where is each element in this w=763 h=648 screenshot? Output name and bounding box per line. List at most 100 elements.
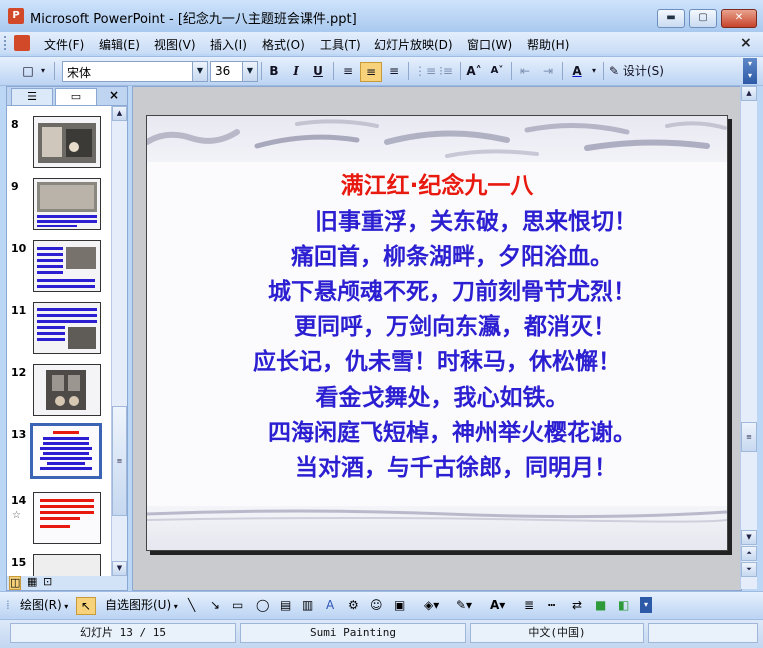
document-close-icon[interactable]: × xyxy=(740,35,752,51)
chevron-down-icon[interactable]: ▼ xyxy=(192,62,207,81)
wordart-icon[interactable]: A xyxy=(326,597,334,613)
thumbnail-image[interactable] xyxy=(33,116,101,168)
autoshapes-button[interactable]: 自选图形(U) ▾ xyxy=(105,597,178,613)
minimize-button[interactable]: ▬ xyxy=(657,9,685,28)
slide-title[interactable]: 满江红·纪念九一八 xyxy=(147,166,727,200)
editor-scrollbar[interactable]: ▲ ≡ ▼ ⏶ ⏷ xyxy=(740,86,757,589)
scroll-up-icon[interactable]: ▲ xyxy=(112,106,127,121)
toolbar-options-icon[interactable]: ▾ xyxy=(640,597,652,613)
bullets-icon[interactable]: ⁝≡ xyxy=(437,62,455,80)
line-color-icon[interactable]: ✎▾ xyxy=(456,597,472,613)
thumbnail-slide-15[interactable]: 15 xyxy=(7,554,111,576)
thumbnail-scrollbar[interactable]: ▲ ≡ ▼ xyxy=(111,106,127,576)
menu-view[interactable]: 视图(V) xyxy=(154,36,196,53)
new-dropdown-icon[interactable]: ▾ xyxy=(38,62,48,80)
oval-icon[interactable]: ◯ xyxy=(256,597,269,613)
thumbnail-slide-9[interactable]: 9 xyxy=(7,178,111,238)
thumbnail-slide-11[interactable]: 11 xyxy=(7,302,111,362)
align-left-icon[interactable]: ≡ xyxy=(339,62,357,80)
align-center-icon[interactable]: ≡ xyxy=(360,62,382,82)
thumbnail-image[interactable] xyxy=(33,364,101,416)
maximize-button[interactable]: ▢ xyxy=(689,9,717,28)
thumbnail-slide-13[interactable]: 13 xyxy=(7,423,111,486)
poem-line-3[interactable]: 城下悬颅魂不死，刀前刻骨节尤烈！ xyxy=(147,272,727,306)
3d-icon[interactable]: ◧ xyxy=(618,597,629,613)
slideshow-icon[interactable]: ⊡ xyxy=(43,576,52,588)
diagram-icon[interactable]: ⚙ xyxy=(348,597,359,613)
bold-button[interactable]: B xyxy=(266,62,282,80)
numbering-icon[interactable]: ⋮≡ xyxy=(414,62,436,80)
align-right-icon[interactable]: ≡ xyxy=(385,62,403,80)
next-slide-icon[interactable]: ⏷ xyxy=(741,562,757,577)
fill-color-icon[interactable]: ◈▾ xyxy=(424,597,439,613)
menu-tools[interactable]: 工具(T) xyxy=(320,36,361,53)
scroll-thumb[interactable]: ≡ xyxy=(741,422,757,452)
close-button[interactable]: ✕ xyxy=(721,9,757,28)
textbox-icon[interactable]: ▤ xyxy=(280,597,291,613)
menu-file[interactable]: 文件(F) xyxy=(44,36,84,53)
menu-edit[interactable]: 编辑(E) xyxy=(99,36,140,53)
thumbnail-image[interactable] xyxy=(33,240,101,292)
underline-button[interactable]: U xyxy=(310,62,326,80)
scroll-thumb[interactable]: ≡ xyxy=(112,406,127,516)
thumbnail-image[interactable] xyxy=(33,302,101,354)
normal-view-icon[interactable]: ◫ xyxy=(9,576,22,590)
menu-insert[interactable]: 插入(I) xyxy=(210,36,247,53)
thumbnail-slide-8[interactable]: 8 xyxy=(7,116,111,176)
rectangle-icon[interactable]: ▭ xyxy=(232,597,243,613)
line-style-icon[interactable]: ≣ xyxy=(524,597,534,613)
dash-style-icon[interactable]: ┅ xyxy=(548,597,555,613)
line-icon[interactable]: ╲ xyxy=(188,597,195,613)
thumbnail-slide-12[interactable]: 12 xyxy=(7,364,111,424)
slide-editor[interactable]: 满江红·纪念九一八 旧事重浮，关东破，思来恨切！ 痛回首，柳条湖畔，夕阳浴血。 … xyxy=(132,86,742,591)
thumbnail-slide-14[interactable]: 14 ☆ xyxy=(7,492,111,552)
clipart-icon[interactable]: ☺ xyxy=(370,597,383,613)
thumbnail-image-selected[interactable] xyxy=(30,423,102,479)
menu-slideshow[interactable]: 幻灯片放映(D) xyxy=(374,36,453,53)
select-pointer-icon[interactable]: ↖ xyxy=(76,597,96,615)
arrow-style-icon[interactable]: ⇄ xyxy=(572,597,582,613)
decrease-font-icon[interactable]: A˅ xyxy=(488,62,506,80)
thumbnail-image[interactable] xyxy=(33,554,101,576)
menu-help[interactable]: 帮助(H) xyxy=(527,36,569,53)
font-color-icon[interactable]: A▾ xyxy=(490,597,505,613)
tab-slides[interactable]: ▭ xyxy=(55,88,97,105)
drawbar-grip[interactable]: ⁞ xyxy=(6,597,10,613)
scroll-down-icon[interactable]: ▼ xyxy=(112,561,127,576)
poem-line-4[interactable]: 更同呼，万剑向东瀛，都消灭！ xyxy=(147,307,727,341)
poem-line-2[interactable]: 痛回首，柳条湖畔，夕阳浴血。 xyxy=(147,237,727,271)
document-icon[interactable] xyxy=(14,35,30,51)
chevron-down-icon[interactable]: ▼ xyxy=(242,62,257,81)
draw-menu-button[interactable]: 绘图(R) ▾ xyxy=(20,597,68,613)
poem-line-1[interactable]: 旧事重浮，关东破，思来恨切！ xyxy=(147,202,727,236)
thumbnail-slide-10[interactable]: 10 xyxy=(7,240,111,300)
previous-slide-icon[interactable]: ⏶ xyxy=(741,546,757,561)
font-color-icon[interactable]: A xyxy=(568,62,586,80)
poem-line-6[interactable]: 看金戈舞处，我心如铁。 xyxy=(147,378,727,412)
current-slide[interactable]: 满江红·纪念九一八 旧事重浮，关东破，思来恨切！ 痛回首，柳条湖畔，夕阳浴血。 … xyxy=(146,115,728,551)
thumbnail-image[interactable] xyxy=(33,178,101,230)
slide-sorter-icon[interactable]: ▦ xyxy=(27,576,37,588)
picture-icon[interactable]: ▣ xyxy=(394,597,405,613)
menu-grip[interactable] xyxy=(4,36,9,50)
scroll-up-icon[interactable]: ▲ xyxy=(741,86,757,101)
increase-font-icon[interactable]: A˄ xyxy=(465,62,483,80)
decrease-indent-icon[interactable]: ⇤ xyxy=(516,62,534,80)
shadow-icon[interactable]: ■ xyxy=(595,597,606,613)
font-size-combo[interactable]: 36 ▼ xyxy=(210,61,258,82)
menu-window[interactable]: 窗口(W) xyxy=(467,36,512,53)
italic-button[interactable]: I xyxy=(288,62,304,80)
thumbnail-image[interactable] xyxy=(33,492,101,544)
toolbar-options-icon[interactable]: ▾ ▾ xyxy=(743,58,757,84)
arrow-icon[interactable]: ↘ xyxy=(210,597,220,613)
tab-outline[interactable]: ☰ xyxy=(11,88,53,105)
new-document-icon[interactable]: □ xyxy=(20,62,36,80)
chevron-down-icon[interactable]: ▾ xyxy=(589,62,599,80)
design-button[interactable]: ✎ 设计(S) xyxy=(609,62,671,80)
vertical-textbox-icon[interactable]: ▥ xyxy=(302,597,313,613)
font-name-combo[interactable]: 宋体 ▼ xyxy=(62,61,208,82)
scroll-down-icon[interactable]: ▼ xyxy=(741,530,757,545)
close-pane-icon[interactable]: × xyxy=(109,88,119,102)
powerpoint-icon[interactable]: P xyxy=(8,8,24,24)
poem-line-5[interactable]: 应长记，仇未雪！时秣马，休松懈！ xyxy=(147,342,727,376)
